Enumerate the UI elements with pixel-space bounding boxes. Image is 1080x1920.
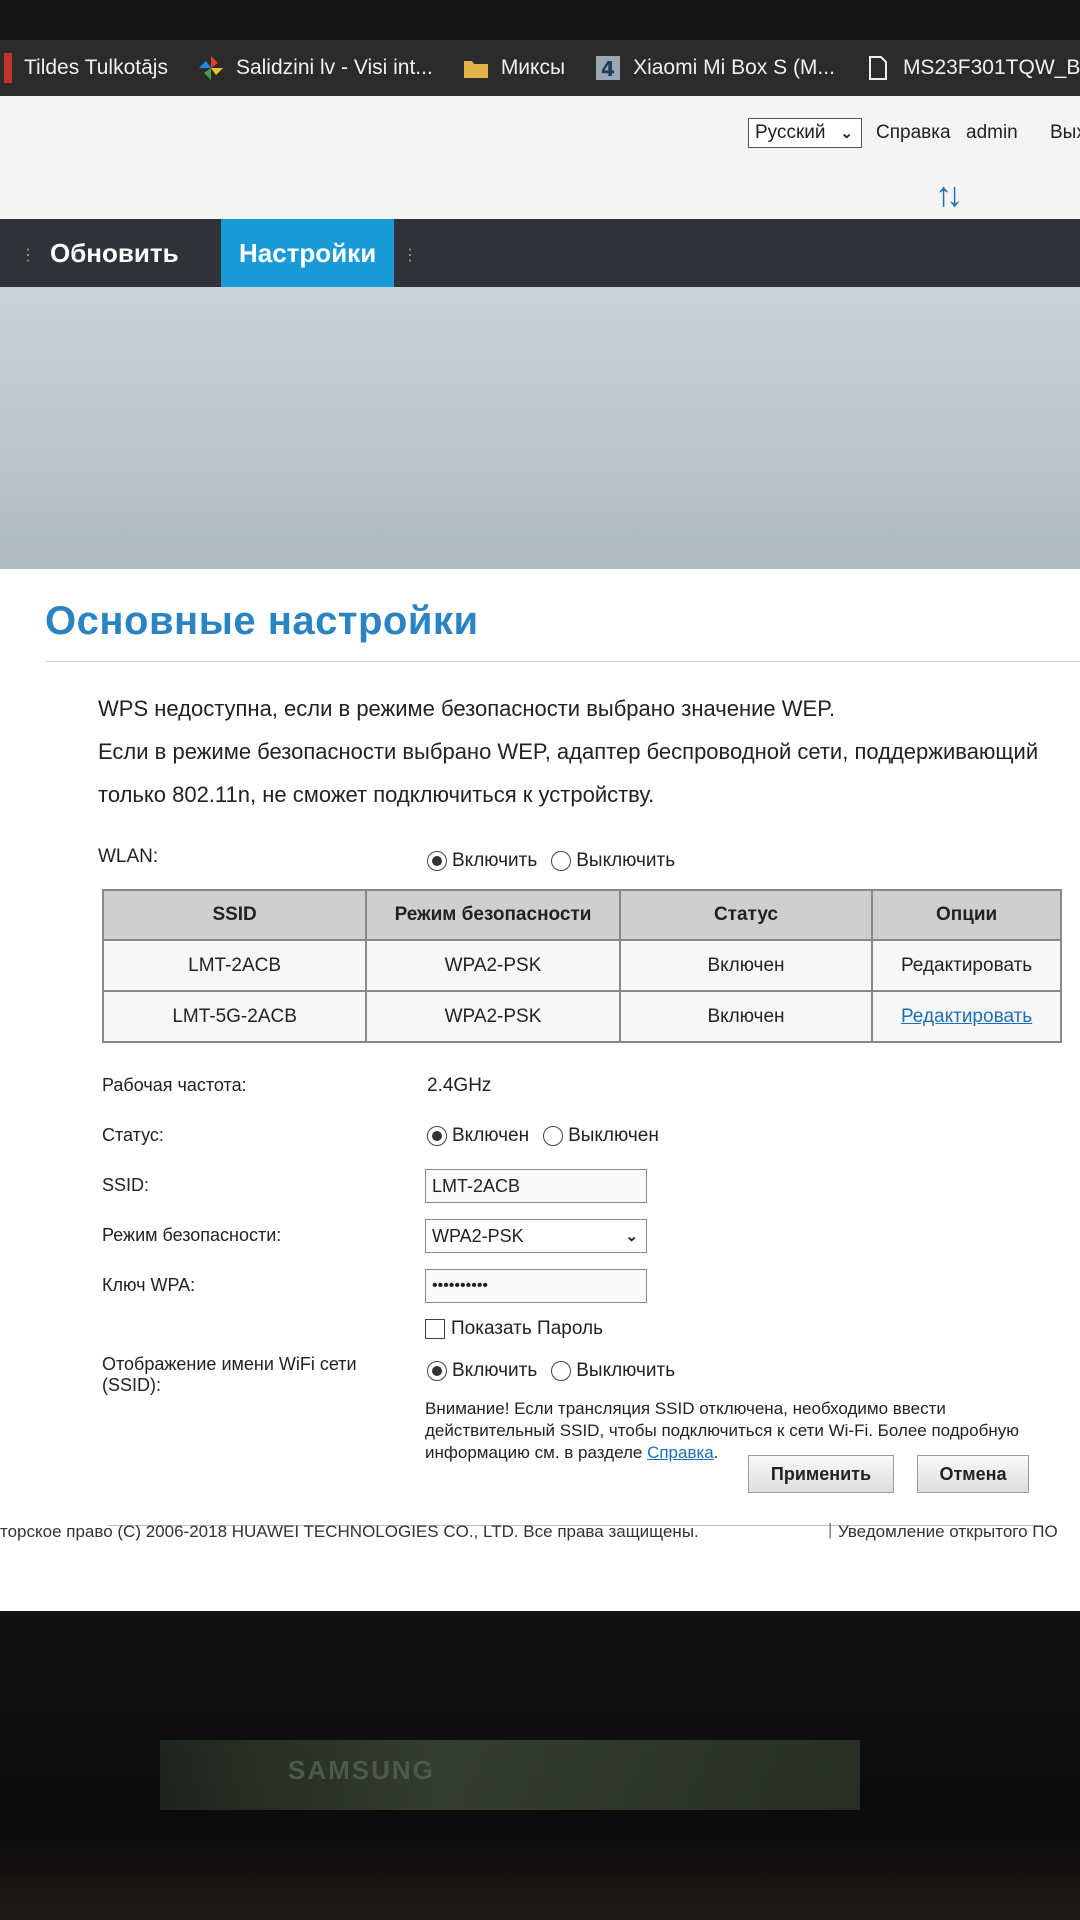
status-off-radio[interactable] (543, 1126, 564, 1146)
bookmark-label: MS23F301TQW_BW... (902, 56, 1080, 79)
wpa-key-value: •••••••••• (432, 1277, 489, 1294)
wlan-radio-group: Включить Выключить (427, 850, 689, 872)
bookmark-miksy[interactable]: Миксы (463, 55, 565, 81)
column-header-status: Статус (618, 889, 874, 941)
bookmark-label: Tildes Tulkotājs (24, 56, 168, 79)
edit-link[interactable]: Редактировать (901, 1006, 1032, 1027)
nav-item-update[interactable]: Обновить (50, 219, 179, 287)
column-header-ssid: SSID (101, 889, 368, 941)
status-on-label: Включен (452, 1125, 530, 1146)
bookmarks-bar: Tildes Tulkotājs Salidzini lv - Visi int… (0, 40, 1080, 96)
language-value: Русский (755, 122, 826, 143)
settings-panel: Основные настройки WPS недоступна, если … (12, 569, 1080, 1569)
broadcast-on-label: Включить (452, 1360, 538, 1381)
ssid-label: SSID: (102, 1175, 150, 1195)
wpa-key-input[interactable]: •••••••••• (425, 1269, 647, 1303)
warning-end: . (713, 1443, 719, 1462)
bookmark-salidzini[interactable]: Salidzini lv - Visi int... (198, 55, 433, 81)
number-four-icon: 4 (595, 55, 621, 81)
router-admin-page: Русский ⌄ Справка admin Вых ↑↓ ⋮ Обновит… (0, 96, 1080, 1611)
show-password-label: Показать Пароль (451, 1318, 603, 1339)
security-mode-label: Режим безопасности: (102, 1225, 282, 1245)
open-source-link[interactable]: Уведомление открытого ПО (838, 1522, 1058, 1542)
cell-security: WPA2-PSK (365, 939, 621, 992)
cell-ssid: LMT-5G-2ACB (101, 990, 368, 1043)
logout-link[interactable]: Вых (1050, 122, 1080, 144)
top-bar: Русский ⌄ Справка admin Вых ↑↓ (0, 96, 1080, 219)
broadcast-on-radio[interactable] (427, 1361, 447, 1381)
broadcast-off-label: Выключить (576, 1360, 676, 1381)
bookmark-xiaomi[interactable]: 4 Xiaomi Mi Box S (M... (595, 55, 835, 81)
wpa-key-label: Ключ WPA: (102, 1275, 196, 1295)
copyright-text: торское право (C) 2006-2018 HUAWEI TECHN… (0, 1522, 699, 1541)
security-mode-select[interactable]: WPA2-PSK ⌄ (425, 1219, 647, 1253)
wlan-on-label: Включить (452, 850, 538, 871)
bookmark-label: Xiaomi Mi Box S (M... (633, 56, 835, 79)
language-select[interactable]: Русский ⌄ (748, 118, 862, 148)
show-password-row: Показать Пароль (425, 1318, 603, 1340)
column-header-security: Режим безопасности (365, 889, 621, 941)
monitor-stand (160, 1740, 860, 1810)
bookmark-label: Salidzini lv - Visi int... (235, 56, 433, 79)
main-nav: ⋮ Обновить Настройки ⋮ (0, 219, 1080, 287)
warning-text: Внимание! Если трансляция SSID отключена… (425, 1399, 1019, 1462)
chevron-down-icon: ⌄ (625, 1228, 638, 1245)
notice-line: только 802.11n, не сможет подключиться к… (98, 782, 655, 807)
cell-status: Включен (618, 990, 874, 1043)
status-off-label: Выключен (568, 1125, 659, 1146)
wlan-off-radio[interactable] (551, 851, 572, 871)
cancel-button[interactable]: Отмена (917, 1455, 1029, 1493)
notice-line: Если в режиме безопасности выбрано WEP, … (98, 739, 1039, 764)
show-password-checkbox[interactable] (425, 1319, 445, 1339)
monitor-brand-logo: SAMSUNG (288, 1755, 435, 1785)
ssid-broadcast-label: Отображение имени WiFi сети (102, 1354, 357, 1374)
document-icon (865, 55, 891, 81)
up-down-arrows-icon: ↑↓ (935, 176, 963, 214)
ssid-input[interactable]: LMT-2ACB (425, 1169, 647, 1203)
pinwheel-icon (198, 55, 224, 81)
cell-security: WPA2-PSK (365, 990, 621, 1043)
security-mode-value: WPA2-PSK (432, 1225, 524, 1246)
cell-option: Редактировать (871, 939, 1062, 992)
frequency-value: 2.4GHz (427, 1075, 492, 1096)
bookmark-ms23[interactable]: MS23F301TQW_BW... (865, 55, 1080, 81)
page-title: Основные настройки (45, 599, 479, 643)
status-radio-group: Включен Выключен (427, 1125, 673, 1147)
column-header-options: Опции (871, 889, 1062, 941)
ssid-input-value: LMT-2ACB (432, 1175, 521, 1196)
ssid-broadcast-label-2: (SSID): (102, 1375, 162, 1395)
help-link[interactable]: Справка (876, 122, 951, 144)
table-row: LMT-2ACB WPA2-PSK Включен Редактировать (101, 939, 1062, 992)
red-bar-icon (4, 53, 12, 83)
nav-separator: ⋮ (402, 247, 418, 264)
apply-button[interactable]: Применить (748, 1455, 894, 1493)
notice-line: WPS недоступна, если в режиме безопаснос… (98, 696, 836, 721)
nav-separator: ⋮ (20, 247, 36, 264)
bookmark-label: Миксы (500, 56, 566, 79)
ssid-broadcast-radio-group: Включить Выключить (427, 1360, 689, 1382)
bookmark-tildes[interactable]: Tildes Tulkotājs (4, 53, 168, 83)
user-name: admin (966, 122, 1018, 143)
wlan-off-label: Выключить (576, 850, 676, 871)
cell-ssid: LMT-2ACB (101, 939, 368, 992)
header-banner (0, 287, 1080, 569)
wlan-label: WLAN: (98, 846, 159, 867)
svg-text:4: 4 (601, 57, 615, 80)
status-label: Статус: (102, 1125, 164, 1145)
wlan-on-radio[interactable] (427, 851, 447, 871)
wlan-table: SSID Режим безопасности Статус Опции LMT… (101, 889, 1062, 1043)
cell-status: Включен (618, 939, 874, 992)
warning-help-link[interactable]: Справка (647, 1443, 714, 1462)
table-header-row: SSID Режим безопасности Статус Опции (101, 889, 1062, 941)
frequency-label: Рабочая частота: (102, 1075, 247, 1095)
broadcast-off-radio[interactable] (551, 1361, 572, 1381)
table-row: LMT-5G-2ACB WPA2-PSK Включен Редактирова… (101, 990, 1062, 1043)
title-divider (45, 661, 1080, 662)
folder-icon (463, 55, 489, 81)
footer-separator: | (828, 1520, 833, 1539)
status-on-radio[interactable] (427, 1126, 447, 1146)
chevron-down-icon: ⌄ (840, 125, 853, 142)
nav-item-settings[interactable]: Настройки (221, 219, 395, 287)
cell-option: Редактировать (871, 990, 1062, 1043)
